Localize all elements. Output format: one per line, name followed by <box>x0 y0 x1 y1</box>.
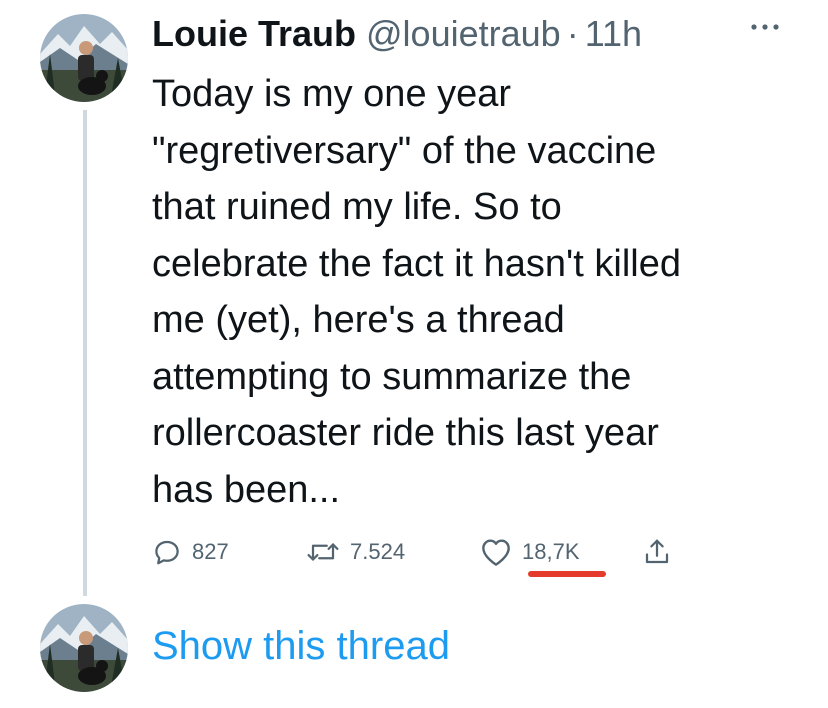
tweet-text-line: attempting to summarize the <box>152 355 632 398</box>
tweet-text-line: has been... <box>152 468 341 511</box>
reply-button[interactable]: 827 <box>152 532 229 572</box>
reply-icon <box>152 537 182 567</box>
author-handle[interactable]: @louietraub <box>366 13 561 55</box>
thread-connector-line <box>83 110 87 596</box>
reply-count: 827 <box>192 539 229 564</box>
header-separator: · <box>566 13 579 54</box>
retweet-button[interactable]: 7.524 <box>306 532 405 572</box>
thread-author-avatar[interactable] <box>40 604 128 692</box>
retweet-icon <box>306 537 340 567</box>
tweet-text-line: rollercoaster ride this last year <box>152 412 659 454</box>
author-avatar[interactable] <box>40 14 128 102</box>
tweet-text: Today is my one year "regretiversary" of… <box>152 66 802 518</box>
share-button[interactable] <box>642 532 672 572</box>
share-icon <box>642 537 672 567</box>
tweet-text-line: Today is my one year <box>152 73 512 115</box>
heart-icon <box>480 537 512 567</box>
tweet-text-line: celebrate the fact it hasn't killed <box>152 242 681 285</box>
show-thread-link[interactable]: Show this thread <box>152 624 450 669</box>
like-count: 18,7K <box>522 539 580 564</box>
more-horizontal-icon[interactable] <box>750 8 780 39</box>
like-button[interactable]: 18,7K <box>480 532 580 572</box>
tweet-text-line: "regretiversary" of the vaccine <box>152 129 657 172</box>
like-count-highlight-underline <box>528 571 606 577</box>
tweet-timestamp[interactable]: 11h <box>585 13 642 55</box>
tweet-text-line: me (yet), here's a thread <box>152 299 565 341</box>
tweet-text-line: that ruined my life. So to <box>152 186 562 228</box>
author-name[interactable]: Louie Traub <box>152 13 356 55</box>
tweet-header: Louie Traub @louietraub · 11h <box>152 6 808 62</box>
retweet-count: 7.524 <box>350 539 406 564</box>
